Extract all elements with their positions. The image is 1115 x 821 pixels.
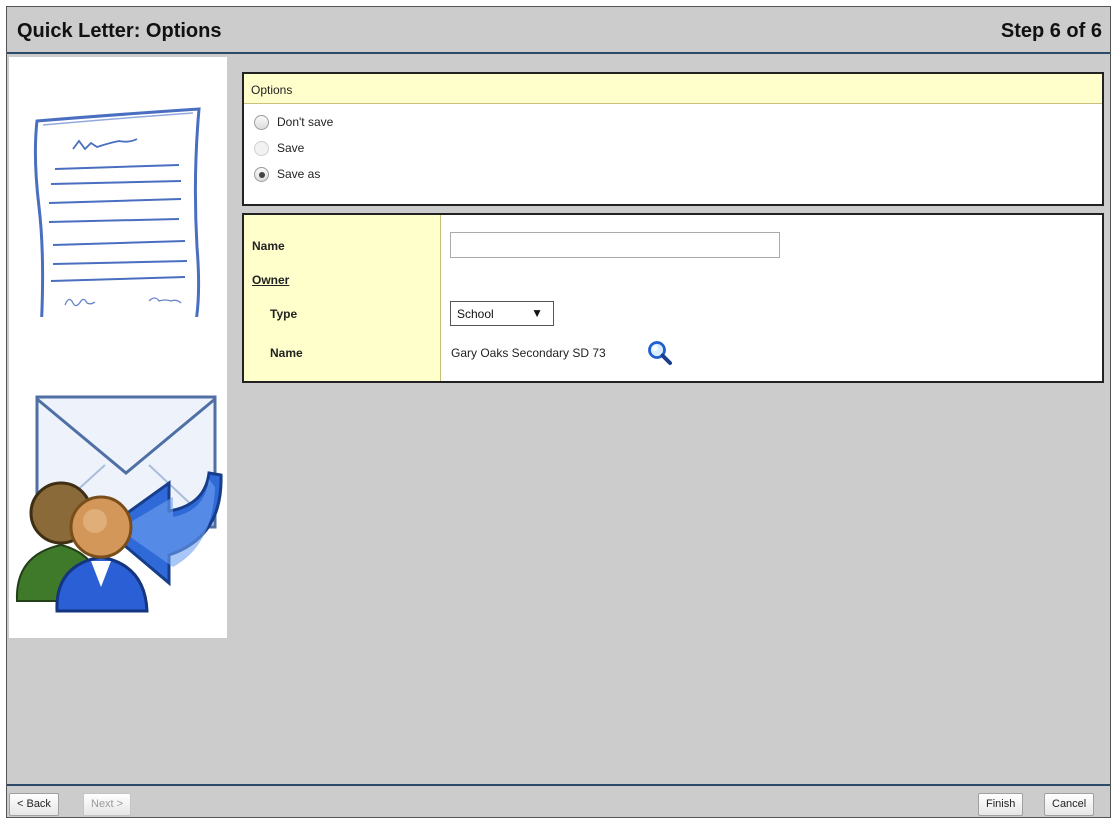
owner-type-value: School [457, 307, 494, 321]
cancel-button[interactable]: Cancel [1044, 793, 1095, 816]
magnifier-search-icon[interactable] [647, 340, 673, 366]
form-label-column: Name Owner Type Name [244, 215, 441, 381]
title-bar: Quick Letter: Options Step 6 of 6 [7, 7, 1110, 54]
radio-dont-save[interactable]: Don't save [244, 109, 1102, 135]
radio-save-button [254, 140, 269, 156]
radio-save-as-button[interactable] [254, 166, 269, 182]
finish-button[interactable]: Finish [978, 793, 1024, 816]
owner-name-value: Gary Oaks Secondary SD 73 [451, 346, 606, 360]
save-details-form: Name Owner Type Name School ▼ Gary Oaks … [242, 213, 1104, 383]
back-button[interactable]: < Back [9, 793, 59, 816]
owner-type-select[interactable]: School ▼ [450, 301, 554, 326]
radio-dont-save-label: Don't save [277, 115, 334, 129]
radio-save-label: Save [277, 141, 305, 155]
type-label: Type [270, 307, 298, 321]
name-input[interactable] [450, 232, 780, 258]
dropdown-arrow-icon: ▼ [531, 306, 543, 320]
radio-dont-save-button[interactable] [254, 114, 269, 130]
step-indicator: Step 6 of 6 [1000, 20, 1102, 42]
wizard-footer: < Back Next > Finish Cancel [7, 784, 1110, 817]
side-illustration-panel [9, 57, 227, 638]
next-button: Next > [83, 793, 132, 816]
radio-save-as[interactable]: Save as [244, 161, 1102, 187]
page-title: Quick Letter: Options [17, 20, 222, 42]
options-section-title: Options [244, 74, 1102, 104]
name-label: Name [252, 239, 285, 253]
owner-name-label: Name [270, 346, 303, 360]
radio-save: Save [244, 135, 1102, 161]
users-icon [15, 471, 223, 613]
owner-label: Owner [252, 273, 290, 287]
options-panel: Options Don't save Save Save as [242, 72, 1104, 206]
wizard-window: Quick Letter: Options Step 6 of 6 Option… [6, 6, 1111, 818]
radio-save-as-label: Save as [277, 167, 321, 181]
document-letter-icon [33, 107, 201, 317]
